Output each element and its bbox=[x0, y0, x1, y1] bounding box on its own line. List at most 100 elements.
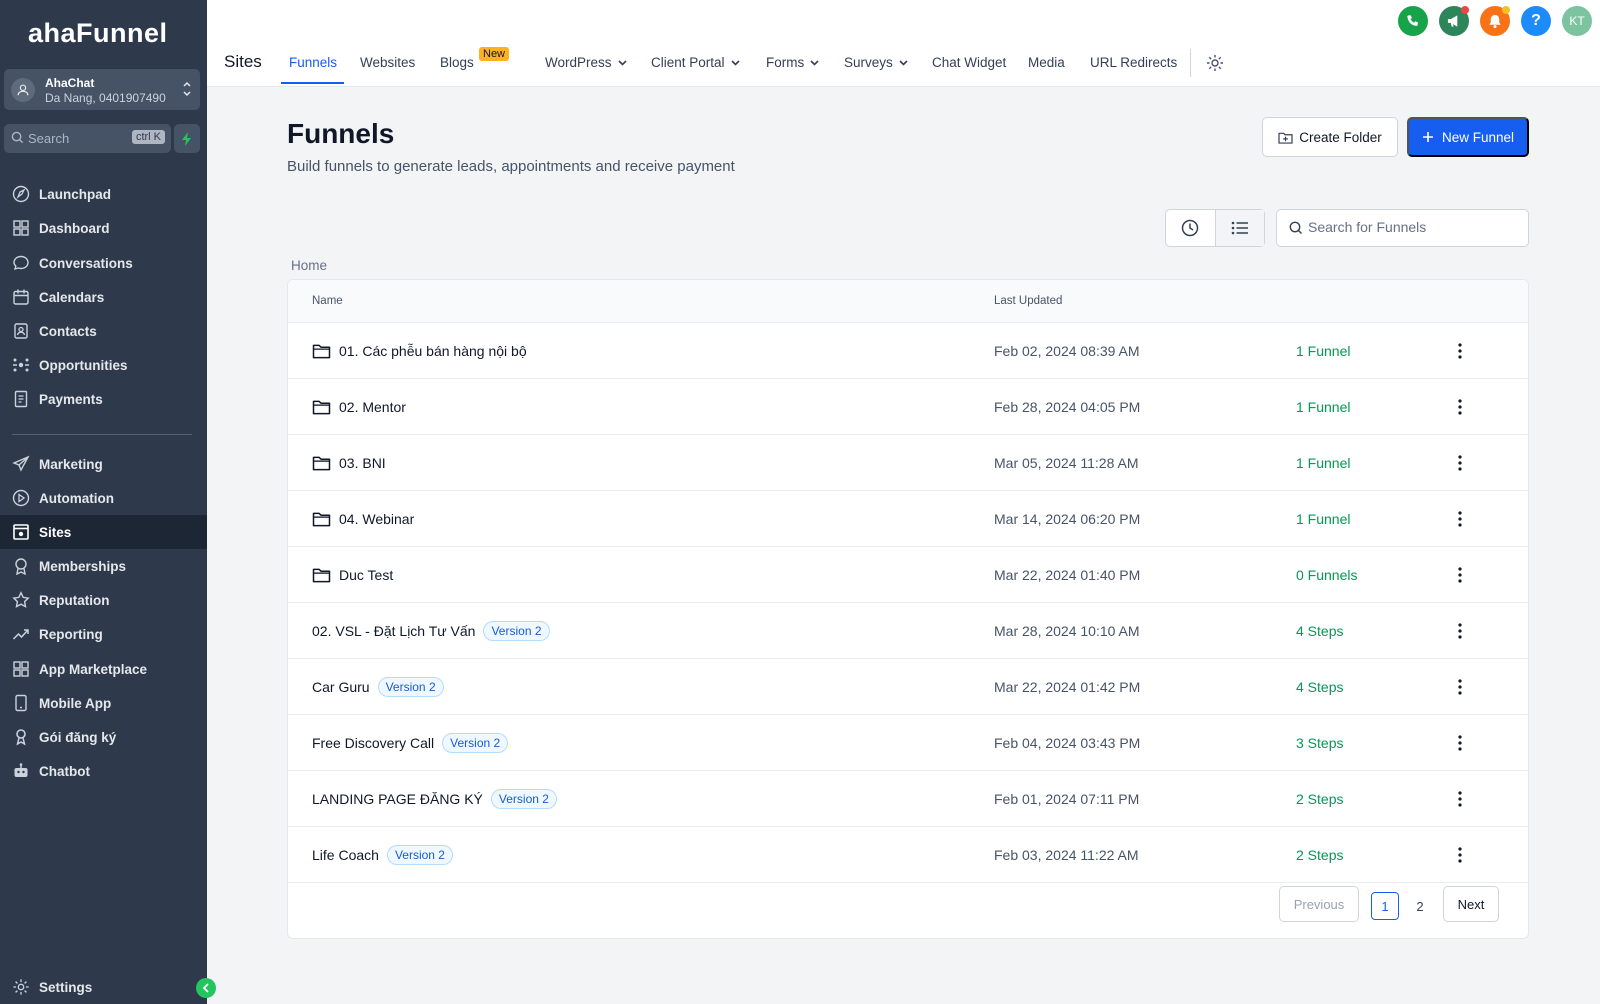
page-1-button[interactable]: 1 bbox=[1371, 892, 1399, 920]
row-name-cell[interactable]: LANDING PAGE ĐĂNG KÝ Version 2 bbox=[312, 771, 557, 827]
sidebar-item-marketing[interactable]: Marketing bbox=[0, 447, 207, 481]
sidebar-item-label: Launchpad bbox=[39, 187, 112, 202]
row-name-cell[interactable]: 01. Các phễu bán hàng nội bộ bbox=[312, 323, 527, 379]
row-actions-button[interactable] bbox=[1450, 731, 1470, 755]
sidebar-item-mobile-app[interactable]: Mobile App bbox=[0, 686, 207, 720]
chevron-down-icon bbox=[617, 60, 627, 67]
collapse-sidebar-button[interactable] bbox=[196, 978, 216, 998]
sidebar-item-calendars[interactable]: Calendars bbox=[0, 280, 207, 314]
table-row[interactable]: Free Discovery Call Version 2 Feb 04, 2024… bbox=[288, 715, 1528, 771]
row-actions-button[interactable] bbox=[1450, 675, 1470, 699]
row-count: 4 Steps bbox=[1296, 679, 1344, 695]
table-row[interactable]: 02. Mentor Feb 28, 2024 04:05 PM 1 Funnel bbox=[288, 379, 1528, 435]
row-actions-button[interactable] bbox=[1450, 507, 1470, 531]
row-actions-button[interactable] bbox=[1450, 339, 1470, 363]
tab-url-redirects[interactable]: URL Redirects bbox=[1090, 55, 1177, 70]
sidebar-item-label: Automation bbox=[39, 491, 114, 506]
sidebar: ahaFunnel AhaChat Da Nang, 0401907490 Se… bbox=[0, 0, 216, 1004]
row-actions-button[interactable] bbox=[1450, 619, 1470, 643]
sidebar-item-dashboard[interactable]: Dashboard bbox=[0, 211, 207, 245]
folder-icon bbox=[312, 568, 331, 583]
row-last-updated: Feb 28, 2024 04:05 PM bbox=[994, 399, 1141, 415]
tab-funnels[interactable]: Funnels bbox=[289, 55, 337, 70]
sidebar-item-launchpad[interactable]: Launchpad bbox=[0, 177, 207, 211]
folder-plus-icon bbox=[1278, 132, 1293, 144]
previous-page-button[interactable]: Previous bbox=[1279, 886, 1359, 922]
next-page-button[interactable]: Next bbox=[1443, 886, 1499, 922]
sidebar-item-label: Reputation bbox=[39, 593, 110, 608]
more-vertical-icon bbox=[1458, 735, 1462, 751]
sidebar-item-contacts[interactable]: Contacts bbox=[0, 314, 207, 348]
table-row[interactable]: Duc Test Mar 22, 2024 01:40 PM 0 Funnels bbox=[288, 547, 1528, 603]
sidebar-item-label: Memberships bbox=[39, 559, 127, 574]
row-name-cell[interactable]: 04. Webinar bbox=[312, 491, 414, 547]
sidebar-item-opportunities[interactable]: Opportunities bbox=[0, 348, 207, 382]
sidebar-item-label: Settings bbox=[39, 980, 93, 995]
sidebar-item-reporting[interactable]: Reporting bbox=[0, 617, 207, 651]
row-name-cell[interactable]: 03. BNI bbox=[312, 435, 386, 491]
row-actions-button[interactable] bbox=[1450, 451, 1470, 475]
sidebar-item-payments[interactable]: Payments bbox=[0, 382, 207, 416]
version-badge: Version 2 bbox=[386, 845, 453, 865]
table-row[interactable]: Car Guru Version 2 Mar 22, 2024 01:42 PM 4 … bbox=[288, 659, 1528, 715]
account-switcher[interactable]: AhaChat Da Nang, 0401907490 bbox=[4, 69, 200, 110]
row-name-cell[interactable]: 02. Mentor bbox=[312, 379, 406, 435]
table-row[interactable]: 02. VSL - Đặt Lịch Tư Vấn Version 2 Mar 28… bbox=[288, 603, 1528, 659]
row-count: 3 Steps bbox=[1296, 735, 1344, 751]
sidebar-item-settings[interactable]: Settings bbox=[0, 970, 207, 1004]
sidebar-item-label: Contacts bbox=[39, 324, 97, 339]
list-view-button[interactable] bbox=[1214, 210, 1264, 246]
tab-media[interactable]: Media bbox=[1028, 55, 1065, 70]
tab-forms[interactable]: Forms bbox=[766, 55, 819, 70]
sidebar-item-goi-dang-ky[interactable]: Gói đăng ký bbox=[0, 720, 207, 754]
help-button[interactable]: ? bbox=[1521, 6, 1551, 36]
column-header-updated[interactable]: Last Updated bbox=[994, 295, 1062, 307]
sidebar-item-sites[interactable]: Sites bbox=[0, 515, 207, 549]
row-actions-button[interactable] bbox=[1450, 787, 1470, 811]
tab-surveys[interactable]: Surveys bbox=[844, 55, 908, 70]
page-2-button[interactable]: 2 bbox=[1406, 892, 1434, 920]
phone-button[interactable] bbox=[1398, 6, 1428, 36]
sidebar-item-automation[interactable]: Automation bbox=[0, 481, 207, 515]
row-name-cell[interactable]: Car Guru Version 2 bbox=[312, 659, 444, 715]
quick-action-button[interactable] bbox=[174, 124, 200, 153]
sidebar-item-chatbot[interactable]: Chatbot bbox=[0, 754, 207, 788]
new-funnel-button[interactable]: New Funnel bbox=[1407, 117, 1529, 157]
search-input[interactable] bbox=[1308, 219, 1518, 235]
create-folder-button[interactable]: Create Folder bbox=[1262, 117, 1398, 157]
breadcrumb[interactable]: Home bbox=[291, 258, 327, 273]
brand-logo[interactable]: ahaFunnel bbox=[28, 18, 168, 49]
avatar[interactable]: KT bbox=[1562, 6, 1592, 36]
tab-chat-widget[interactable]: Chat Widget bbox=[932, 55, 1006, 70]
notification-dot bbox=[1502, 6, 1510, 14]
sites-settings-icon[interactable] bbox=[1205, 53, 1225, 78]
tab-websites[interactable]: Websites bbox=[360, 55, 415, 70]
row-actions-button[interactable] bbox=[1450, 563, 1470, 587]
megaphone-icon bbox=[1447, 15, 1457, 27]
sidebar-item-reputation[interactable]: Reputation bbox=[0, 583, 207, 617]
tab-blogs[interactable]: Blogs bbox=[440, 55, 474, 70]
table-row[interactable]: 01. Các phễu bán hàng nội bộ Feb 02, 2024… bbox=[288, 323, 1528, 379]
table-row[interactable]: 03. BNI Mar 05, 2024 11:28 AM 1 Funnel bbox=[288, 435, 1528, 491]
sidebar-item-conversations[interactable]: Conversations bbox=[0, 246, 207, 280]
sidebar-item-app-marketplace[interactable]: App Marketplace bbox=[0, 652, 207, 686]
table-row[interactable]: 04. Webinar Mar 14, 2024 06:20 PM 1 Funnel bbox=[288, 491, 1528, 547]
row-actions-button[interactable] bbox=[1450, 395, 1470, 419]
more-vertical-icon bbox=[1458, 567, 1462, 583]
tab-client-portal[interactable]: Client Portal bbox=[651, 55, 740, 70]
tab-wordpress[interactable]: WordPress bbox=[545, 55, 627, 70]
column-header-name[interactable]: Name bbox=[312, 295, 343, 307]
sidebar-search[interactable]: Search ctrl K bbox=[4, 124, 171, 153]
row-name-cell[interactable]: Free Discovery Call Version 2 bbox=[312, 715, 509, 771]
table-row[interactable]: Life Coach Version 2 Feb 03, 2024 11:22 AM… bbox=[288, 827, 1528, 883]
announcements-button[interactable] bbox=[1439, 6, 1469, 36]
notifications-button[interactable] bbox=[1480, 6, 1510, 36]
sidebar-item-memberships[interactable]: Memberships bbox=[0, 549, 207, 583]
row-actions-button[interactable] bbox=[1450, 843, 1470, 867]
row-name-cell[interactable]: Life Coach Version 2 bbox=[312, 827, 453, 883]
recent-view-button[interactable] bbox=[1166, 210, 1215, 246]
table-row[interactable]: LANDING PAGE ĐĂNG KÝ Version 2 Feb 01, 202… bbox=[288, 771, 1528, 827]
row-name-cell[interactable]: 02. VSL - Đặt Lịch Tư Vấn Version 2 bbox=[312, 603, 550, 659]
row-name-cell[interactable]: Duc Test bbox=[312, 547, 393, 603]
more-vertical-icon bbox=[1458, 847, 1462, 863]
